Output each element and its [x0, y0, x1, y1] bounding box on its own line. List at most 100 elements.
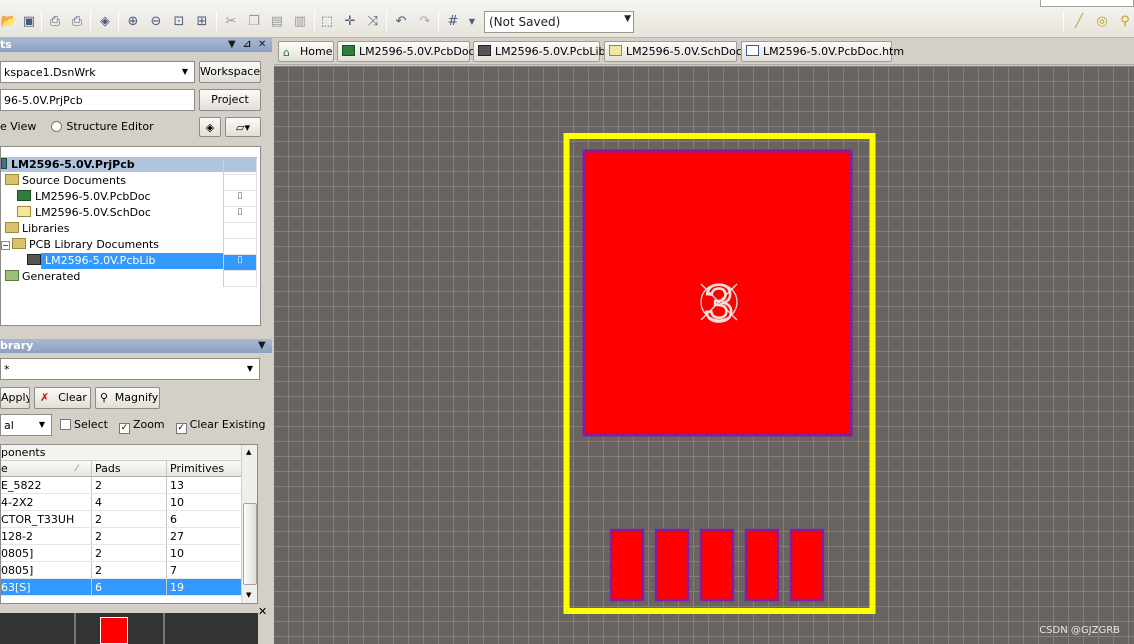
small-pad[interactable] — [744, 528, 780, 602]
apply-button[interactable]: Apply — [0, 387, 30, 409]
file-view-option[interactable]: e View — [0, 120, 36, 133]
magnify-button[interactable]: ⚲ Magnify — [95, 387, 160, 409]
tree-item-pcbdoc[interactable]: LM2596-5.0V.PcbDoc — [17, 189, 151, 205]
clear-existing-checkbox[interactable]: ✓ — [175, 423, 187, 434]
project-options-button[interactable]: ◈ — [199, 117, 221, 137]
pcb-document-icon — [342, 45, 355, 56]
pcb-document-icon — [17, 190, 31, 201]
table-row[interactable]: 0805] 2 10 — [1, 545, 257, 562]
layers-icon[interactable]: ◈ — [96, 12, 114, 30]
cross-probe-icon[interactable]: ⤨ — [364, 12, 382, 30]
select-icon[interactable]: ⬚ — [318, 12, 336, 30]
collapse-icon[interactable]: − — [1, 241, 10, 250]
undo-icon[interactable]: ↶ — [392, 12, 410, 30]
workspace-button[interactable]: Workspace — [199, 61, 261, 83]
panel-menu-icon[interactable]: ▼ — [228, 38, 236, 52]
tree-item-label: Generated — [22, 270, 81, 283]
pcb-editor-canvas[interactable]: 3 CSDN @GJZGRB — [274, 66, 1134, 644]
main-toolbar: 📂 ▣ ⎙ ⎙ ◈ ⊕ ⊖ ⊡ ⊞ ✂ ❐ ▤ ▥ ⬚ ✛ ⤨ ↶ ↷ # ▼ … — [0, 0, 1134, 38]
folder-icon — [5, 270, 19, 281]
open-icon[interactable]: 📂 — [0, 12, 18, 30]
cell-name: 4-2X2 — [1, 496, 34, 509]
project-icon — [1, 158, 7, 169]
close-icon[interactable]: ✕ — [258, 38, 266, 52]
tree-item-source-documents[interactable]: Source Documents — [5, 173, 126, 189]
print-icon[interactable]: ⎙ — [46, 12, 64, 30]
tree-item-generated[interactable]: Generated — [5, 269, 80, 285]
table-row[interactable]: E_5822 2 13 — [1, 477, 257, 494]
components-scrollbar[interactable]: ▲ ▼ — [241, 445, 257, 603]
view-configuration-select[interactable]: (Not Saved) ▼ — [484, 11, 634, 33]
mask-input[interactable]: * ▼ — [0, 358, 260, 380]
toolbar-field[interactable] — [1040, 0, 1134, 7]
home-icon: ⌂ — [283, 46, 290, 59]
zoom-checkbox[interactable]: ✓ — [118, 423, 130, 434]
redo-icon[interactable]: ↷ — [416, 12, 434, 30]
structure-editor-radio[interactable] — [51, 121, 63, 132]
table-row[interactable]: 128-2 2 27 — [1, 528, 257, 545]
tab-pcblib[interactable]: LM2596-5.0V.PcbLib — [473, 41, 606, 62]
filter-options: Select ✓ Zoom ✓ Clear Existing — [60, 418, 266, 434]
small-pad[interactable] — [789, 528, 825, 602]
filter-mode-select[interactable]: al ▼ — [0, 414, 52, 436]
table-row[interactable]: 0805] 2 7 — [1, 562, 257, 579]
zoom-out-icon[interactable]: ⊖ — [147, 12, 165, 30]
tree-item-pcblib[interactable]: LM2596-5.0V.PcbLib — [27, 253, 156, 269]
tree-item-pcb-library-documents[interactable]: − PCB Library Documents — [1, 237, 159, 253]
line-icon[interactable]: ╱ — [1070, 12, 1088, 30]
scroll-down-icon[interactable]: ▼ — [246, 591, 251, 599]
save-icon[interactable]: ▣ — [20, 12, 38, 30]
copy-icon[interactable]: ❐ — [245, 12, 263, 30]
panel-menu-icon[interactable]: ▼ — [258, 339, 266, 353]
structure-editor-option[interactable]: Structure Editor — [66, 120, 153, 133]
column-primitives[interactable]: Primitives — [170, 461, 240, 477]
workspace-select[interactable]: kspace1.DsnWrk ▼ — [0, 61, 195, 83]
tab-home[interactable]: ⌂ Home — [278, 41, 334, 62]
tree-root[interactable]: LM2596-5.0V.PrjPcb — [1, 157, 135, 173]
schematic-document-icon — [609, 45, 622, 56]
zoom-in-icon[interactable]: ⊕ — [124, 12, 142, 30]
close-icon[interactable]: ✕ — [258, 605, 267, 618]
project-field[interactable]: 96-5.0V.PrjPcb — [0, 89, 195, 111]
schematic-document-icon — [17, 206, 31, 217]
tab-schdoc[interactable]: LM2596-5.0V.SchDoc — [604, 41, 742, 62]
tree-item-libraries[interactable]: Libraries — [5, 221, 70, 237]
pin-icon[interactable]: ⊿ — [243, 38, 251, 52]
grid-icon[interactable]: # — [444, 12, 462, 30]
pad-icon[interactable]: ◎ — [1093, 12, 1111, 30]
cell-primitives: 27 — [170, 530, 184, 543]
cell-pads: 2 — [95, 547, 102, 560]
select-checkbox[interactable] — [60, 419, 71, 430]
footprint-minimap[interactable] — [0, 613, 258, 644]
tab-report-htm[interactable]: LM2596-5.0V.PcbDoc.htm — [741, 41, 904, 62]
projects-panel-title: ts — [0, 38, 12, 51]
small-pad[interactable] — [609, 528, 645, 602]
column-pads[interactable]: Pads — [95, 461, 165, 477]
zoom-fit-icon[interactable]: ⊡ — [170, 12, 188, 30]
print-preview-icon[interactable]: ⎙ — [68, 12, 86, 30]
clear-button[interactable]: ✗ Clear — [34, 387, 91, 409]
zoom-label: Zoom — [132, 418, 165, 431]
small-pad[interactable] — [654, 528, 690, 602]
table-row[interactable]: 63[S] 6 19 — [1, 579, 257, 596]
cell-name: 128-2 — [1, 530, 33, 543]
table-row[interactable]: CTOR_T33UH 2 6 — [1, 511, 257, 528]
tree-item-schdoc[interactable]: LM2596-5.0V.SchDoc — [17, 205, 151, 221]
grid-dropdown-icon[interactable]: ▼ — [463, 12, 481, 30]
project-button[interactable]: Project — [199, 89, 261, 111]
via-icon[interactable]: ⚲ — [1116, 12, 1134, 30]
magnify-icon: ⚲ — [100, 391, 109, 404]
zoom-area-icon[interactable]: ⊞ — [193, 12, 211, 30]
table-row[interactable]: 4-2X2 4 10 — [1, 494, 257, 511]
small-pad[interactable] — [699, 528, 735, 602]
move-icon[interactable]: ✛ — [341, 12, 359, 30]
paste-special-icon[interactable]: ▥ — [291, 12, 309, 30]
project-folder-button[interactable]: ▱▾ — [225, 117, 261, 137]
scroll-thumb[interactable] — [243, 503, 257, 585]
paste-icon[interactable]: ▤ — [268, 12, 286, 30]
cut-icon[interactable]: ✂ — [222, 12, 240, 30]
chevron-down-icon: ▼ — [177, 63, 193, 81]
tab-pcbdoc[interactable]: LM2596-5.0V.PcbDoc — [337, 41, 475, 62]
folder-icon — [5, 174, 19, 185]
scroll-up-icon[interactable]: ▲ — [246, 448, 251, 456]
